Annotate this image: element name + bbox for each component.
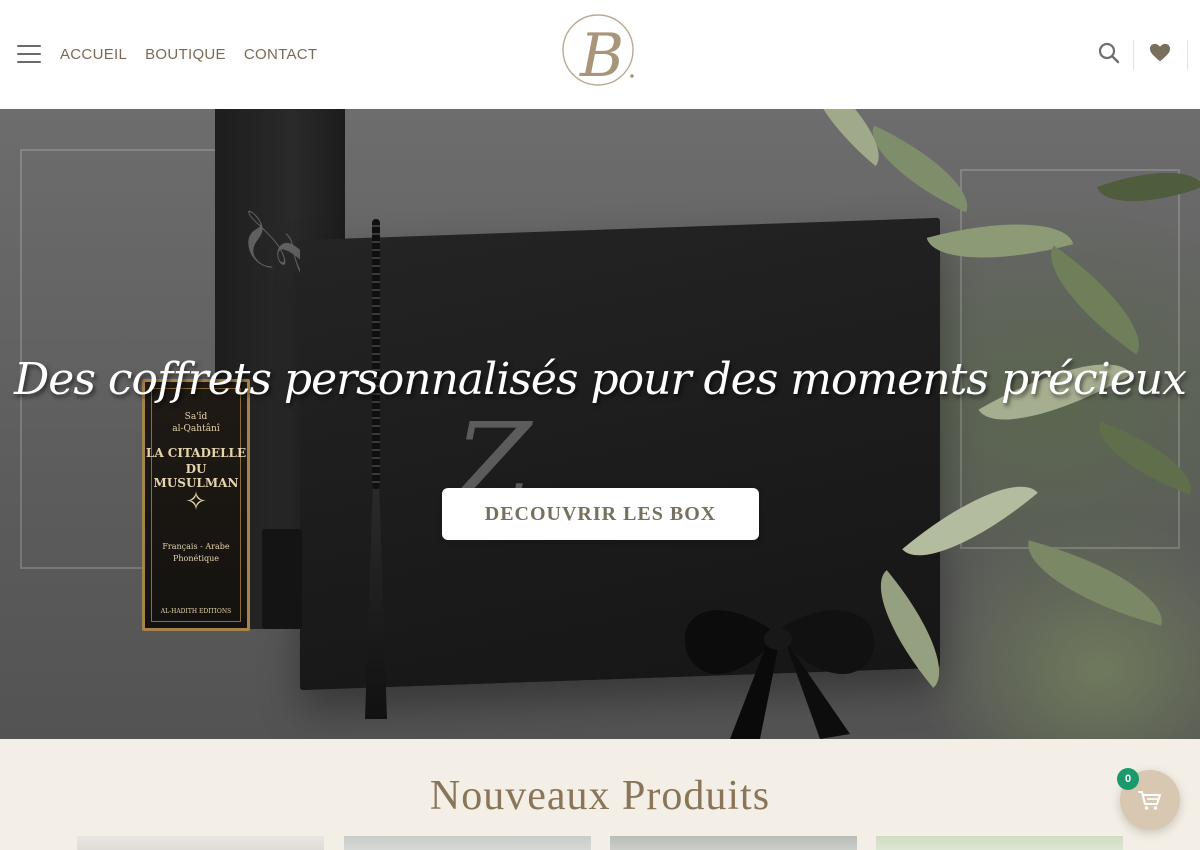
ribbon-bow [684, 610, 875, 739]
nav-link-contact[interactable]: CONTACT [244, 46, 317, 63]
book-author: al-Qahtânî [172, 424, 220, 434]
header-divider [1187, 40, 1188, 70]
section-title: Nouveaux Produits [429, 773, 771, 819]
leaf [1016, 540, 1174, 626]
logo-letter: B [579, 21, 624, 91]
discover-box-button[interactable]: DECOUVRIR LES BOX [442, 488, 759, 540]
product-card[interactable] [77, 836, 324, 850]
book-title: DU MUSULMAN [153, 462, 239, 490]
cart-count-badge: 0 [1117, 768, 1139, 790]
book-author: Sa'îd [184, 412, 208, 422]
product-card[interactable] [610, 836, 857, 850]
book-arabic-calligraphy: ✧ [185, 487, 207, 517]
book-publisher: AL-HADITH EDITIONS [160, 608, 232, 615]
main-nav: ACCUEIL BOUTIQUE CONTACT [60, 0, 335, 109]
menu-icon[interactable] [17, 45, 41, 63]
nav-link-boutique[interactable]: BOUTIQUE [145, 46, 226, 63]
search-icon[interactable] [1098, 42, 1120, 64]
hero-title: Des coffrets personnalisés pour des mome… [14, 354, 1187, 405]
perfume-bottle [262, 529, 302, 629]
product-card[interactable] [876, 836, 1123, 850]
book-subtitle: Français - Arabe [162, 542, 230, 551]
site-logo[interactable]: B [558, 4, 642, 94]
book-subtitle: Phonétique [172, 554, 220, 563]
site-header: ACCUEIL BOUTIQUE CONTACT B [0, 0, 1200, 109]
header-divider [1133, 40, 1134, 70]
heart-icon[interactable] [1149, 42, 1171, 64]
header-actions [1040, 0, 1200, 109]
book-title: LA CITADELLE [145, 446, 247, 460]
cart-icon [1138, 791, 1161, 810]
book: Sa'îd al-Qahtânî LA CITADELLE DU MUSULMA… [142, 379, 250, 631]
nav-link-accueil[interactable]: ACCUEIL [60, 46, 127, 63]
product-card[interactable] [344, 836, 591, 850]
hero-banner: 𝒵 Z Sa'îd al-Qahtânî LA CITADELLE DU MUS… [0, 109, 1200, 739]
